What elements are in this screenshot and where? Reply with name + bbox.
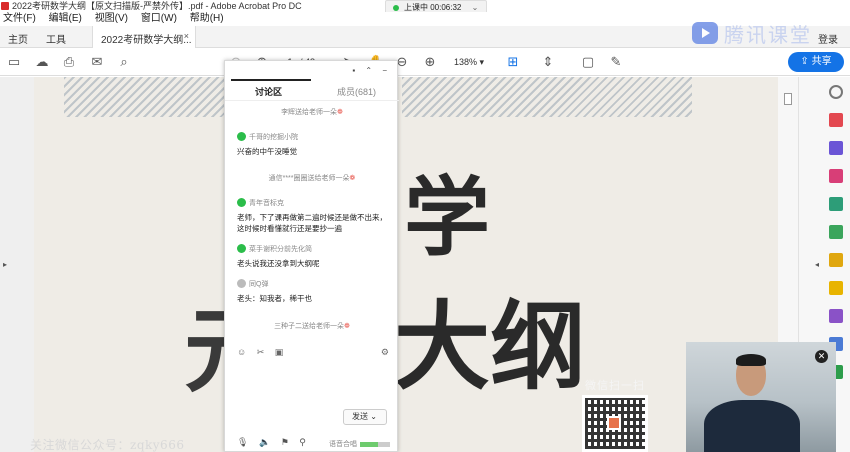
wechat-scan-label: 微信扫一扫 (585, 379, 645, 392)
pdf-page[interactable]: 学 元 大纲 (34, 77, 778, 452)
teacher-webcam[interactable]: ✕ (686, 342, 836, 452)
fill-sign-icon[interactable] (829, 281, 843, 295)
menu-window[interactable]: 窗口(W) (141, 13, 177, 24)
close-tab-icon[interactable]: × (184, 31, 189, 41)
qr-code (582, 395, 648, 452)
flower-icon: ❁ (344, 323, 350, 330)
collapse-right-pane-icon[interactable]: ◂ (815, 260, 819, 269)
chat-username: 青年音标克 (237, 198, 284, 208)
chat-message: 兴奋的中午没睡觉 (237, 147, 297, 156)
fit-page-icon[interactable]: ⊞ (505, 54, 521, 70)
tab-tools[interactable]: 工具 (46, 31, 66, 46)
flower-icon: ❁ (349, 175, 356, 182)
pen-icon[interactable]: ✎ (608, 54, 624, 70)
login-link[interactable]: 登录 (818, 31, 838, 46)
webcam-person-body (704, 400, 800, 452)
decorative-wave-right (402, 77, 692, 117)
window-title: 2022考研数学大纲【原文扫描版-严禁外传】.pdf - Adobe Acrob… (12, 1, 302, 11)
tencent-classroom-brand: 腾讯课堂 (692, 18, 812, 48)
print-icon[interactable]: ⎙ (61, 54, 77, 70)
scroll-mode-icon[interactable]: ⇕ (540, 54, 556, 70)
tab-discussion[interactable]: 讨论区 (255, 85, 282, 98)
tab-document[interactable]: 2022考研数学大纲... × (92, 26, 196, 48)
create-pdf-icon[interactable] (829, 141, 843, 155)
flower-icon: ❁ (337, 109, 343, 116)
tab-home[interactable]: 主页 (8, 31, 28, 46)
menu-view[interactable]: 视图(V) (95, 13, 128, 24)
upload-icon[interactable]: ☁ (34, 54, 50, 70)
chat-username: 菜手谢积分前先化简 (237, 244, 312, 254)
qr-code-pattern (585, 398, 645, 449)
chat-message: 老师，下了课再做第二遍时候还是做不出来，这时候时看懂就行还是要抄一遍 (237, 213, 387, 233)
chat-message: 老头：知我者，稀干也 (237, 294, 312, 303)
chat-input-toolbar: ☺ ✂ ▣ ⚙ (237, 347, 389, 359)
class-status-text: 上课中 00:06:32 (404, 3, 462, 12)
live-dot-icon (393, 5, 399, 11)
organize-pages-icon[interactable] (829, 225, 843, 239)
system-message: 李辉送给老师一朵❁ (281, 109, 343, 116)
zoom-select[interactable]: 138% ▾ (448, 55, 494, 69)
play-logo-icon (692, 22, 718, 44)
menu-file[interactable]: 文件(F) (3, 13, 36, 24)
emoji-icon[interactable]: ☺ (237, 347, 246, 357)
acrobat-app-icon (1, 2, 9, 10)
mail-icon[interactable]: ✉ (89, 54, 105, 70)
panel-window-controls[interactable]: ▪ ⌃ − (352, 66, 391, 75)
acrobat-toolbar: ▭ ☁ ⎙ ✉ ⌕ ⊖ ⊕ ➤ ✋ ⊖ ⊕ ⊞ ⇕ ▢ ✎ (0, 48, 850, 76)
qq-user-icon (237, 279, 246, 288)
zoom-in-icon[interactable]: ⊕ (422, 54, 438, 70)
expand-left-panel-icon[interactable]: ▸ (3, 260, 7, 269)
export-icon[interactable] (829, 197, 843, 211)
search-tool-icon[interactable] (829, 85, 843, 99)
zoom-value: 138% (454, 57, 478, 67)
system-message: 通信****圈圈送给老师一朵❁ (268, 175, 356, 182)
speaker-icon[interactable]: 🔈 (259, 437, 270, 447)
chat-bottom-toolbar: 🎙 🔈 ⚑ ⚲ (237, 437, 306, 448)
brand-name: 腾讯课堂 (724, 22, 812, 47)
tab-members[interactable]: 成员(681) (337, 85, 376, 98)
edit-pdf-icon[interactable] (829, 169, 843, 183)
wechat-user-icon (237, 244, 246, 253)
active-tab-indicator (231, 79, 311, 81)
comment-icon[interactable]: ▢ (580, 54, 596, 70)
scissors-icon[interactable]: ✂ (257, 347, 265, 357)
webcam-person-hair (736, 354, 766, 366)
voice-level: 语音合唱 (329, 439, 390, 449)
close-webcam-icon[interactable]: ✕ (815, 350, 828, 363)
tab-document-label: 2022考研数学大纲... (101, 35, 192, 46)
chat-username: 千哥的挖掘小院 (237, 132, 298, 142)
chevron-down-icon: ⌄ (471, 3, 479, 12)
image-icon[interactable]: ▣ (275, 347, 284, 357)
wechat-user-icon (237, 198, 246, 207)
share-label: 共享 (811, 56, 832, 67)
sign-icon[interactable] (829, 309, 843, 323)
share-button[interactable]: ⇪ 共享 (788, 52, 844, 72)
doc-heading-top: 学 (404, 167, 490, 268)
menu-edit[interactable]: 编辑(E) (49, 13, 82, 24)
system-message: 三种子二送给老师一朵❁ (274, 323, 350, 330)
send-button[interactable]: 发送 ⌄ (343, 409, 387, 425)
chat-message: 老头说我还没拿到大纲呢 (237, 259, 320, 268)
decorative-wave-left (64, 77, 229, 117)
doc-heading-bottom: 大纲 (394, 290, 586, 403)
chat-username: 同Q弹 (237, 279, 268, 289)
microphone-icon[interactable]: 🎙 (237, 437, 248, 447)
watermark-text: 关注微信公众号：zqky666 (30, 438, 185, 452)
hand-raise-icon[interactable]: ⚑ (281, 437, 289, 447)
location-icon[interactable]: ⚲ (299, 437, 306, 447)
scrollbar-thumb[interactable] (784, 93, 792, 105)
comment-tool-icon[interactable] (829, 253, 843, 267)
wechat-user-icon (237, 132, 246, 141)
save-icon[interactable]: ▭ (6, 54, 22, 70)
export-pdf-icon[interactable] (829, 113, 843, 127)
left-panel-gutter: ▸ (0, 77, 34, 452)
discussion-panel: ▪ ⌃ − 讨论区 成员(681) 李辉送给老师一朵❁ 千哥的挖掘小院 兴奋的中… (224, 60, 399, 452)
search-icon[interactable]: ⌕ (116, 54, 132, 70)
voice-level-bar (360, 441, 390, 447)
qr-logo-icon (607, 416, 621, 430)
menu-help[interactable]: 帮助(H) (190, 13, 224, 24)
settings-icon[interactable]: ⚙ (381, 347, 389, 358)
chat-tabs: 讨论区 成员(681) (225, 79, 399, 101)
